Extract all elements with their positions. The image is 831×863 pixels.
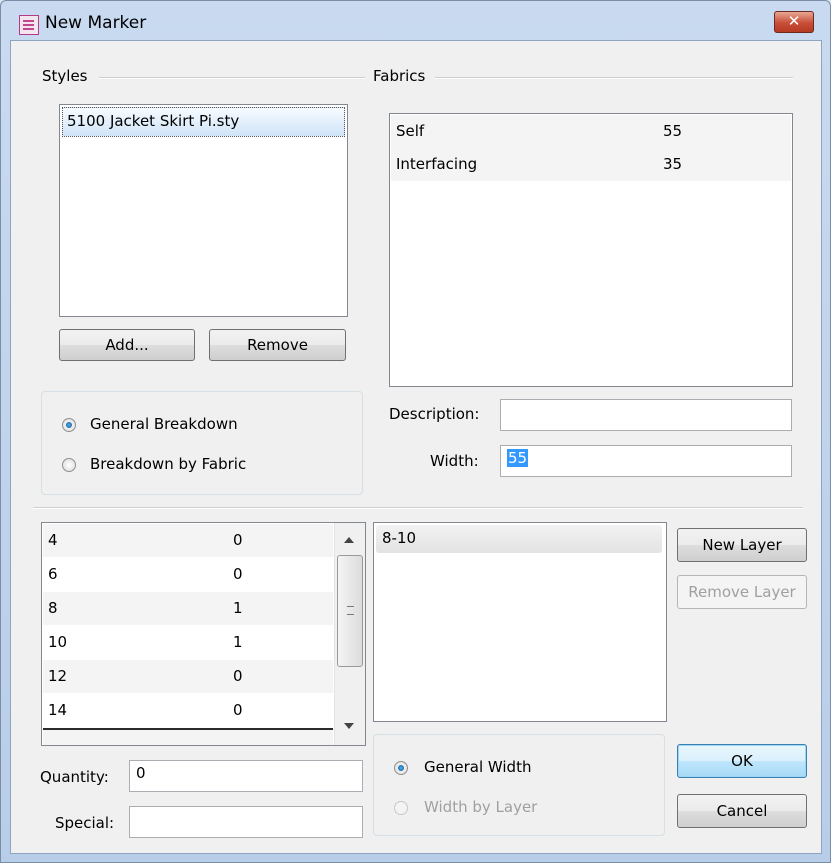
sizes-listbox[interactable]: 40 60 81 10 1 12 0 14 0 [41, 522, 366, 746]
remove-layer-label: Remove Layer [688, 583, 796, 601]
scroll-down-icon[interactable] [344, 723, 354, 729]
general-breakdown-label: General Breakdown [90, 415, 238, 433]
width-by-layer-label: Width by Layer [424, 798, 538, 816]
close-icon: ✕ [787, 12, 801, 30]
section-separator [33, 507, 803, 509]
breakdown-by-fabric-radio[interactable] [62, 458, 76, 472]
dialog-client-area: Styles 5100 Jacket Skirt Pi.sty Add... R… [10, 40, 822, 854]
size-row[interactable]: 40 [43, 524, 333, 557]
cancel-label: Cancel [716, 802, 768, 820]
size-row[interactable]: 60 [43, 558, 333, 591]
width-field[interactable]: 55 [500, 445, 792, 477]
remove-layer-button[interactable]: Remove Layer [677, 575, 807, 609]
scroll-up-icon[interactable] [344, 537, 354, 543]
sizes-scrollbar[interactable] [334, 523, 365, 745]
layers-listbox[interactable]: 8-10 [373, 522, 667, 722]
ok-label: OK [731, 752, 753, 770]
close-button[interactable]: ✕ [774, 11, 814, 33]
fabric-width: 55 [663, 122, 683, 140]
cancel-button[interactable]: Cancel [677, 794, 807, 828]
marker-app-icon [19, 15, 39, 35]
scroll-grip-icon [347, 606, 354, 615]
window-title: New Marker [45, 13, 147, 33]
description-field[interactable] [500, 399, 792, 431]
fabrics-separator [435, 77, 793, 79]
general-width-radio[interactable] [394, 761, 408, 775]
size-value: 4 [48, 531, 58, 549]
size-value: 12 [48, 667, 68, 685]
description-label: Description: [389, 405, 480, 423]
size-row[interactable]: 14 0 [43, 694, 333, 727]
size-qty: 0 [233, 565, 243, 583]
width-label: Width: [430, 452, 479, 470]
quantity-label: Quantity: [40, 768, 109, 786]
size-qty: 1 [233, 599, 243, 617]
size-row[interactable]: 81 [43, 592, 333, 625]
size-value: 10 [48, 633, 68, 651]
layer-item-label: 8-10 [382, 529, 417, 547]
styles-label: Styles [42, 67, 92, 85]
new-layer-button[interactable]: New Layer [677, 528, 807, 562]
remove-style-button[interactable]: Remove [209, 329, 346, 361]
size-qty: 1 [233, 633, 243, 651]
size-row[interactable]: 12 0 [43, 660, 333, 693]
size-row[interactable]: 10 1 [43, 626, 333, 659]
layer-list-item[interactable]: 8-10 [376, 525, 662, 553]
width-mode-groupbox: General Width Width by Layer [373, 734, 665, 836]
fabrics-label: Fabrics [373, 67, 430, 85]
general-breakdown-radio[interactable] [62, 418, 76, 432]
add-style-button[interactable]: Add... [59, 329, 195, 361]
fabrics-listbox[interactable]: Self 55 Interfacing 35 [389, 113, 793, 387]
size-qty: 0 [233, 667, 243, 685]
quantity-field[interactable]: 0 [129, 760, 363, 792]
styles-list-item[interactable]: 5100 Jacket Skirt Pi.sty [62, 107, 345, 137]
special-label: Special: [55, 814, 115, 832]
fabric-name: Self [396, 122, 425, 140]
remove-style-label: Remove [247, 336, 308, 354]
width-field-value: 55 [507, 449, 529, 467]
general-width-label: General Width [424, 758, 532, 776]
fabric-width: 35 [663, 155, 683, 173]
size-value: 14 [48, 701, 68, 719]
title-bar[interactable]: New Marker ✕ [1, 1, 830, 41]
size-qty: 0 [233, 531, 243, 549]
size-row-partial [43, 728, 333, 745]
size-value: 8 [48, 599, 58, 617]
size-value: 6 [48, 565, 58, 583]
breakdown-by-fabric-label: Breakdown by Fabric [90, 455, 247, 473]
scroll-thumb[interactable] [337, 555, 363, 667]
width-by-layer-radio[interactable] [394, 801, 408, 815]
breakdown-groupbox: General Breakdown Breakdown by Fabric [41, 391, 363, 495]
fabric-row[interactable]: Self 55 [391, 115, 791, 148]
new-marker-dialog: New Marker ✕ Styles 5100 Jacket Skirt Pi… [0, 0, 831, 863]
fabric-name: Interfacing [396, 155, 478, 173]
size-qty: 0 [233, 701, 243, 719]
add-style-label: Add... [105, 336, 149, 354]
styles-separator [99, 77, 365, 79]
new-layer-label: New Layer [702, 536, 782, 554]
style-item-label: 5100 Jacket Skirt Pi.sty [67, 112, 240, 130]
styles-listbox[interactable]: 5100 Jacket Skirt Pi.sty [59, 104, 348, 317]
fabric-row[interactable]: Interfacing 35 [391, 148, 791, 181]
special-field[interactable] [129, 806, 363, 838]
ok-button[interactable]: OK [677, 744, 807, 778]
